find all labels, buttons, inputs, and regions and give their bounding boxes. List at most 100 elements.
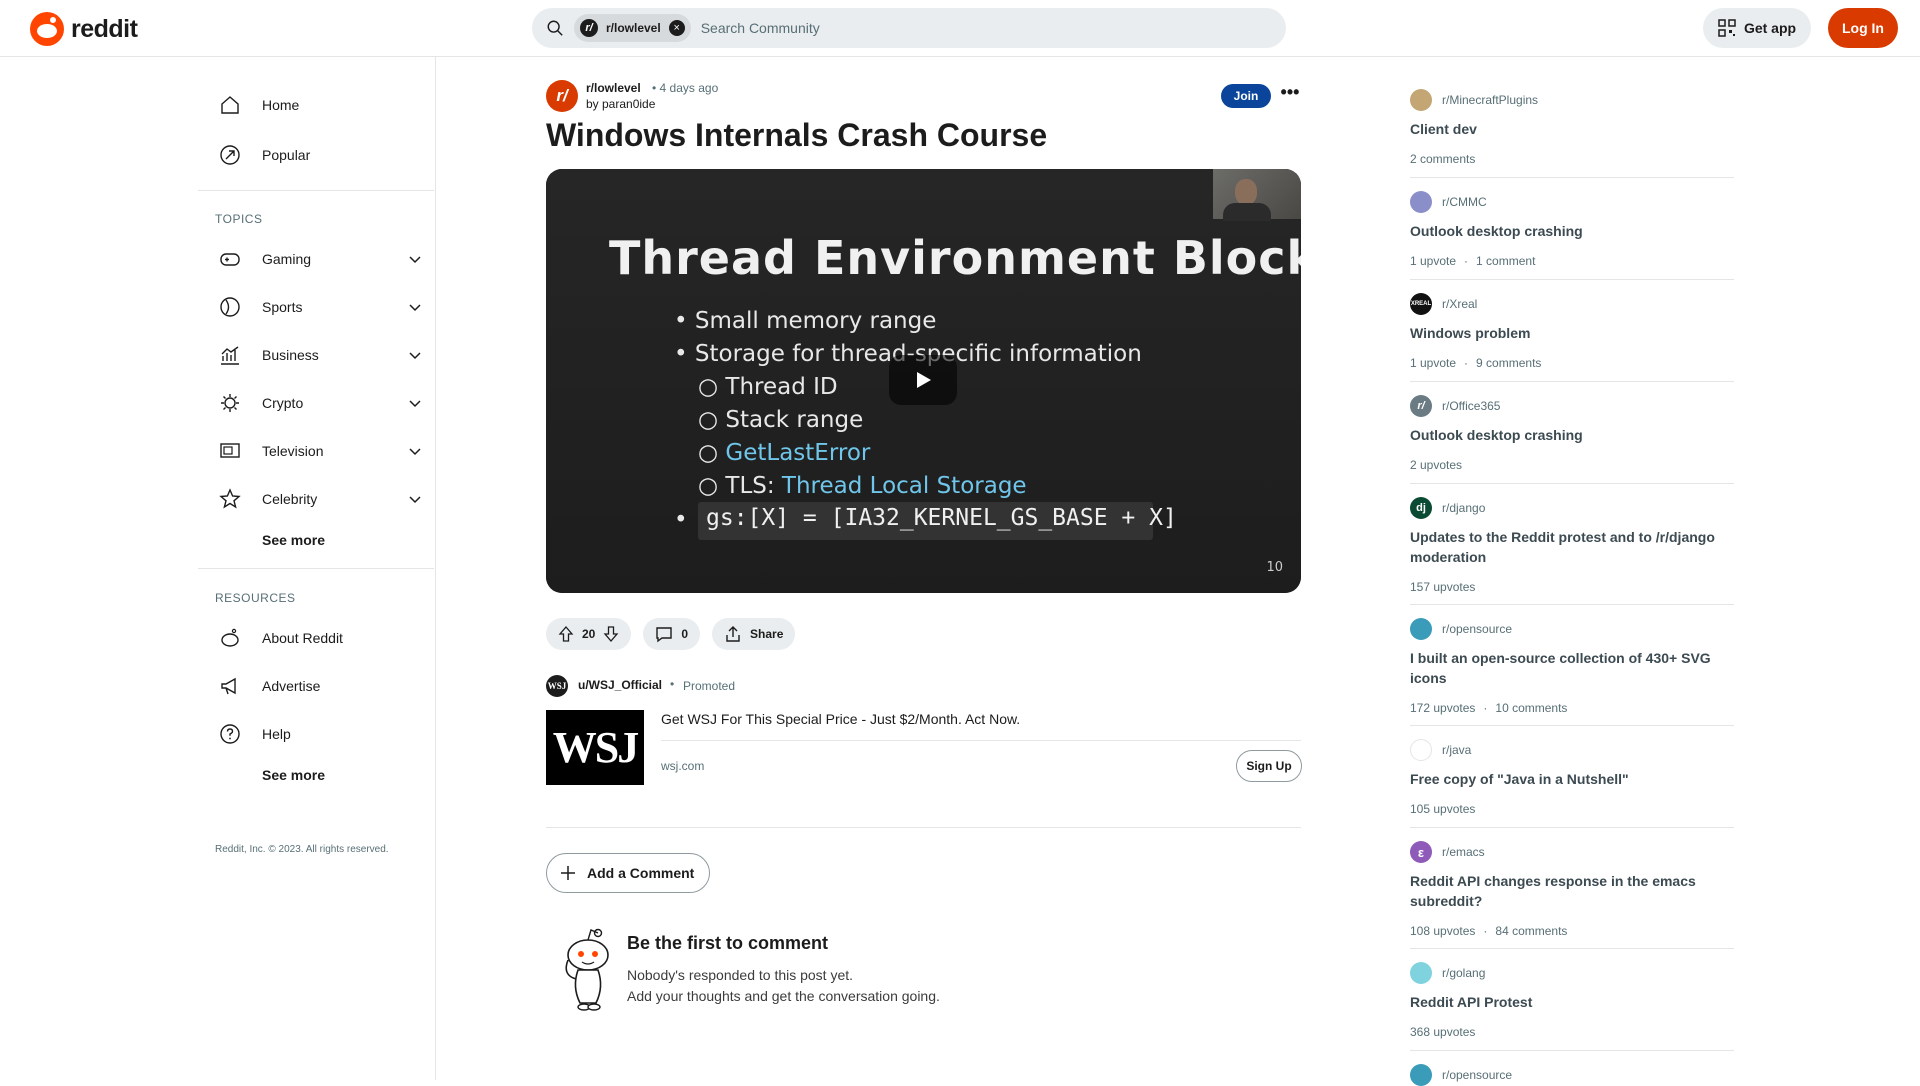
resource-help[interactable]: Help (198, 714, 434, 754)
post-author[interactable]: by paran0ide (586, 97, 655, 111)
related-post-meta: 2 upvotes (1410, 458, 1462, 472)
nav-home[interactable]: Home (198, 85, 434, 125)
upvote-icon[interactable] (558, 626, 574, 642)
promo-headline[interactable]: Get WSJ For This Special Price - Just $2… (661, 711, 1020, 727)
search-input[interactable] (700, 20, 1201, 36)
add-comment-button[interactable]: Add a Comment (546, 853, 710, 893)
related-post-subreddit[interactable]: r/golang (1410, 962, 1485, 984)
copyright-text: Reddit, Inc. © 2023. All rights reserved… (215, 844, 389, 855)
resources-see-more[interactable]: See more (262, 767, 325, 783)
subreddit-avatar-icon[interactable]: r/ (546, 80, 578, 112)
search-bar[interactable]: r/ r/lowlevel × (532, 8, 1286, 48)
related-post-title[interactable]: Windows problem (1410, 323, 1720, 343)
share-button[interactable]: Share (712, 618, 796, 650)
empty-comments-text: Nobody's responded to this post yet. (627, 967, 854, 983)
help-icon (220, 724, 240, 744)
post-title: Windows Internals Crash Course (546, 117, 1048, 153)
related-post-subreddit[interactable]: r/opensource (1410, 1064, 1512, 1086)
vote-count: 20 (582, 627, 596, 641)
reddit-logo[interactable]: reddit (30, 12, 138, 46)
topic-gaming[interactable]: Gaming (198, 239, 434, 279)
related-post-title[interactable]: I built an open-source collection of 430… (1410, 648, 1720, 688)
slide-subbullet-text: Thread ID (725, 374, 838, 400)
related-post-subreddit[interactable]: r/java (1410, 739, 1471, 761)
related-meta-2: 1 comment (1476, 254, 1536, 268)
related-post-subreddit[interactable]: dj r/django (1410, 497, 1485, 519)
chevron-down-icon[interactable] (408, 444, 422, 458)
related-post-title[interactable]: Outlook desktop crashing (1410, 221, 1720, 241)
resource-label: About Reddit (262, 630, 343, 646)
topic-television[interactable]: Television (198, 431, 434, 471)
slide-subbullet: ○ Stack range (698, 407, 864, 433)
chevron-down-icon[interactable] (408, 300, 422, 314)
top-header: reddit r/ r/lowlevel × Get app Log In (0, 0, 1920, 57)
rail-divider (1410, 279, 1734, 280)
wsj-logo-thumbnail[interactable]: WSJ (546, 710, 644, 785)
promo-domain[interactable]: wsj.com (661, 759, 704, 773)
slide-subbullet: ○ TLS: Thread Local Storage (698, 473, 1027, 499)
downvote-icon[interactable] (603, 626, 619, 642)
related-post-meta: 172 upvotes · 10 comments (1410, 701, 1567, 715)
share-icon (726, 626, 740, 642)
play-button[interactable] (889, 355, 957, 405)
subreddit-chip-icon: r/ (580, 19, 598, 37)
topic-label: Business (262, 347, 319, 363)
subreddit-avatar-icon (1410, 618, 1432, 640)
tv-icon (220, 443, 240, 458)
topics-see-more[interactable]: See more (262, 532, 325, 548)
resources-heading: RESOURCES (215, 591, 296, 605)
rail-divider (1410, 725, 1734, 726)
rail-divider (1410, 1050, 1734, 1051)
related-post-title[interactable]: Free copy of "Java in a Nutshell" (1410, 769, 1720, 789)
join-button[interactable]: Join (1221, 84, 1271, 108)
wsj-avatar-icon[interactable]: WSJ (546, 675, 568, 697)
related-post-title[interactable]: Reddit API Protest (1410, 992, 1720, 1012)
topic-celebrity[interactable]: Celebrity (198, 479, 434, 519)
related-post-subreddit[interactable]: r/CMMC (1410, 191, 1487, 213)
topic-sports[interactable]: Sports (198, 287, 434, 327)
related-post-title[interactable]: Client dev (1410, 119, 1720, 139)
empty-comments: Be the first to comment Nobody's respond… (546, 925, 1301, 1025)
search-chip-label: r/lowlevel (606, 21, 661, 35)
remove-chip-icon[interactable]: × (668, 20, 685, 36)
video-player[interactable]: Thread Environment Block • Small memory … (546, 169, 1301, 593)
related-post-title[interactable]: Reddit API changes response in the emacs… (1410, 871, 1720, 911)
related-post-subreddit[interactable]: r/opensource (1410, 618, 1512, 640)
chevron-down-icon[interactable] (408, 396, 422, 410)
comments-button[interactable]: 0 (643, 618, 701, 650)
get-app-button[interactable]: Get app (1703, 8, 1811, 48)
popular-icon (220, 145, 240, 165)
promo-user[interactable]: u/WSJ_Official (578, 678, 662, 692)
topic-business[interactable]: Business (198, 335, 434, 375)
related-post-title[interactable]: Outlook desktop crashing (1410, 425, 1720, 445)
empty-comments-title: Be the first to comment (627, 933, 829, 953)
related-post-subreddit[interactable]: r/r/Office365 (1410, 395, 1500, 417)
topic-crypto[interactable]: Crypto (198, 383, 434, 423)
chevron-down-icon[interactable] (408, 492, 422, 506)
related-subreddit-name: r/java (1442, 743, 1472, 757)
rail-divider (1410, 177, 1734, 178)
resource-advertise[interactable]: Advertise (198, 666, 434, 706)
login-button[interactable]: Log In (1828, 8, 1898, 48)
resource-about[interactable]: About Reddit (198, 618, 434, 658)
meta-separator: · (1464, 356, 1469, 370)
post-subreddit[interactable]: r/lowlevel (586, 81, 641, 95)
resource-label: Advertise (262, 678, 321, 694)
empty-comments-text: Add your thoughts and get the conversati… (627, 988, 940, 1004)
comment-count: 0 (681, 627, 689, 641)
sign-up-button[interactable]: Sign Up (1236, 750, 1302, 782)
search-scope-chip[interactable]: r/ r/lowlevel × (574, 14, 691, 42)
more-options-icon[interactable]: ••• (1278, 83, 1302, 108)
rail-divider (1410, 827, 1734, 828)
related-post-subreddit[interactable]: ε r/emacs (1410, 841, 1485, 863)
related-meta-2: 84 comments (1495, 924, 1568, 938)
related-post-title[interactable]: Updates to the Reddit protest and to /r/… (1410, 527, 1720, 567)
reddit-snoo-icon (30, 12, 64, 46)
related-post-subreddit[interactable]: r/MinecraftPlugins (1410, 89, 1538, 111)
resource-label: Help (262, 726, 291, 742)
nav-popular[interactable]: Popular (198, 135, 434, 175)
chevron-down-icon[interactable] (408, 252, 422, 266)
slide-subbullet-prefix: TLS: (725, 473, 782, 499)
related-post-subreddit[interactable]: XREAL r/Xreal (1410, 293, 1477, 315)
chevron-down-icon[interactable] (408, 348, 422, 362)
